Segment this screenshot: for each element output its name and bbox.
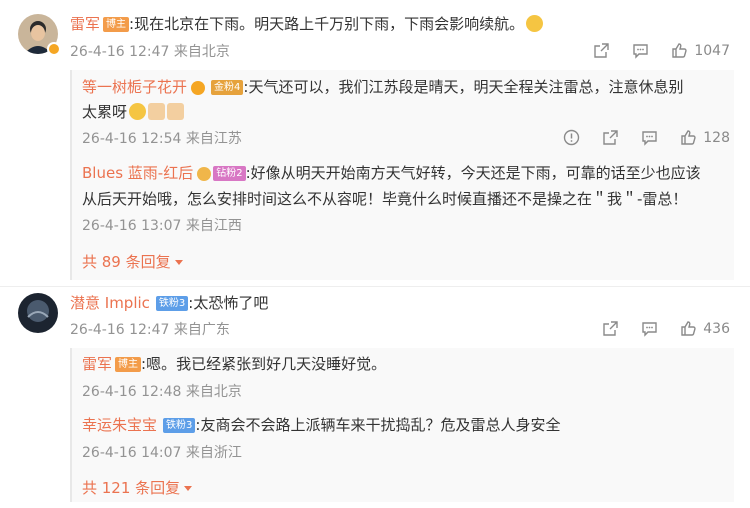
username[interactable]: Blues 蓝雨-红后 — [82, 164, 193, 182]
avatar[interactable] — [18, 293, 58, 333]
share-icon — [603, 130, 618, 145]
fan-level-badge: 钻粉2 — [213, 166, 246, 181]
fan-level-badge: 金粉4 — [211, 80, 244, 95]
username[interactable]: 雷军 — [82, 355, 112, 373]
like-count: 436 — [703, 320, 730, 337]
username[interactable]: 等一树栀子花开 — [82, 78, 187, 96]
verified-badge-icon — [47, 42, 61, 56]
timestamp: 26-4-16 12:48 来自北京 — [82, 384, 242, 400]
fan-crown-icon — [197, 167, 212, 181]
reply-actions: 128 — [563, 129, 730, 146]
comment-button[interactable] — [641, 129, 658, 146]
reply-text-line: 雷军 博主:嗯。我已经紧张到好几天没睡好觉。 — [82, 353, 386, 375]
caret-down-icon — [174, 260, 183, 265]
reply-text: :友商会不会路上派辆车来干扰捣乱？危及雷总人身安全 — [195, 416, 561, 434]
reply-text: :嗯。我已经紧张到好几天没睡好觉。 — [141, 355, 387, 373]
thumbs-up-icon — [681, 130, 696, 145]
comment-actions: 1047 — [593, 42, 730, 59]
report-icon — [564, 129, 580, 146]
timestamp: 26-4-16 14:07 来自浙江 — [82, 445, 242, 461]
share-icon — [603, 321, 618, 336]
timestamp: 26-4-16 12:47 来自北京 — [70, 44, 230, 60]
fan-level-badge: 铁粉3 — [155, 296, 189, 311]
reply-text-line: 幸运朱宝宝 铁粉3:友商会不会路上派辆车来干扰捣乱？危及雷总人身安全 — [82, 414, 560, 436]
thumbs-up-emoji-icon — [148, 103, 166, 120]
comment-text-line: 潜意 Implic 铁粉3:太恐怖了吧 — [70, 292, 268, 314]
share-button[interactable] — [602, 320, 619, 337]
like-button[interactable]: 128 — [680, 129, 730, 146]
reply-text-line: Blues 蓝雨-红后 钻粉2:好像从明天开始南方天气好转，今天还是下雨，可靠的话… — [82, 162, 701, 184]
comment-text: :太恐怖了吧 — [188, 294, 269, 312]
host-badge: 博主 — [103, 17, 130, 32]
timestamp: 26-4-16 12:47 来自广东 — [70, 322, 230, 338]
username[interactable]: 雷军 — [70, 15, 100, 33]
comment-icon — [633, 44, 649, 59]
comment-button[interactable] — [632, 42, 649, 59]
username[interactable]: 潜意 Implic — [70, 294, 150, 312]
like-count: 1047 — [694, 42, 730, 59]
reply-text-line: 太累呀 — [82, 101, 185, 123]
comment-text-line: 雷军 博主:现在北京在下雨。明天路上千万别下雨，下雨会影响续航。 — [70, 13, 544, 35]
host-badge: 博主 — [115, 357, 142, 372]
comment-icon — [642, 322, 657, 337]
reply-text-line: 等一树栀子花开 金粉4:天气还可以，我们江苏段是晴天，明天全程关注雷总，注意休息别 — [82, 76, 683, 98]
fan-level-badge: 铁粉3 — [163, 418, 196, 433]
comment-icon — [642, 131, 657, 146]
comment-text: :现在北京在下雨。明天路上千万别下雨，下雨会影响续航。 — [129, 15, 525, 33]
username[interactable]: 幸运朱宝宝 — [82, 416, 157, 434]
reply-text: :好像从明天开始南方天气好转，今天还是下雨，可靠的话至少也应该 — [245, 164, 701, 182]
view-more-replies-link[interactable]: 共 89 条回复 — [82, 251, 184, 272]
caret-down-icon — [184, 486, 193, 491]
reply-text: :天气还可以，我们江苏段是晴天，明天全程关注雷总，注意休息别 — [243, 78, 684, 96]
like-button[interactable]: 436 — [680, 320, 730, 337]
thumbs-up-emoji-icon — [167, 103, 185, 120]
cool-emoji-icon — [129, 103, 147, 120]
comment-button[interactable] — [641, 320, 658, 337]
like-count: 128 — [703, 129, 730, 146]
like-button[interactable]: 1047 — [671, 42, 730, 59]
reply-text: 从后天开始哦，怎么安排时间这么不从容呢！毕竟什么时候直播还不是操之在＂我＂-雷总… — [82, 190, 688, 208]
report-button[interactable] — [563, 129, 580, 146]
smile-emoji-icon — [526, 15, 544, 32]
divider — [0, 286, 750, 287]
share-icon — [594, 43, 610, 58]
reply-text: 太累呀 — [82, 103, 128, 121]
comment-actions: 436 — [602, 320, 730, 337]
timestamp: 26-4-16 12:54 来自江苏 — [82, 131, 242, 147]
timestamp: 26-4-16 13:07 来自江西 — [82, 218, 242, 234]
share-button[interactable] — [593, 42, 610, 59]
share-button[interactable] — [602, 129, 619, 146]
thumbs-up-icon — [681, 321, 696, 336]
reply-text-line: 从后天开始哦，怎么安排时间这么不从容呢！毕竟什么时候直播还不是操之在＂我＂-雷总… — [82, 188, 687, 210]
verified-icon — [191, 81, 206, 95]
thumbs-up-icon — [672, 43, 688, 58]
view-more-replies-link[interactable]: 共 121 条回复 — [82, 477, 193, 498]
